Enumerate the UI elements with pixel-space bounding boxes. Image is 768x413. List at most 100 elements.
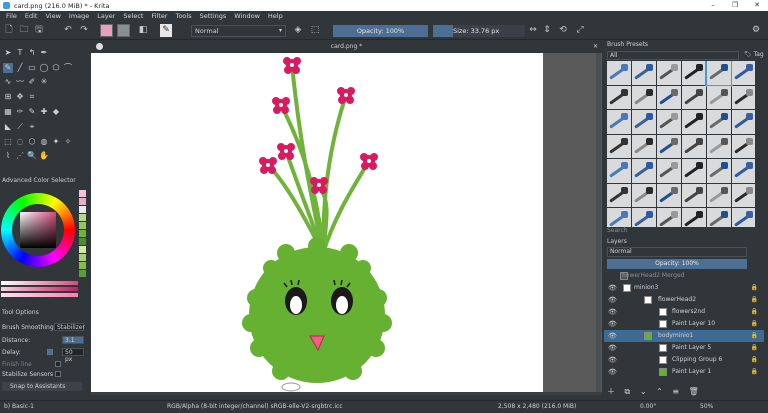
brush-preset-thumbnail[interactable] bbox=[682, 134, 706, 158]
brush-preset-thumbnail[interactable] bbox=[607, 208, 631, 227]
rectangle-tool-icon[interactable]: ▭ bbox=[27, 63, 37, 73]
visibility-eye-icon[interactable]: 👁 bbox=[608, 342, 617, 354]
move-up-icon[interactable]: ⌃ bbox=[656, 387, 663, 396]
delay-checkbox[interactable] bbox=[47, 349, 53, 355]
vertical-scrollbar[interactable] bbox=[596, 53, 601, 392]
eraser-mode-icon[interactable]: ◈ bbox=[293, 24, 303, 37]
menu-view[interactable]: View bbox=[41, 12, 64, 20]
horizontal-scrollbar[interactable] bbox=[91, 392, 602, 395]
brush-preset-thumbnail[interactable] bbox=[732, 85, 755, 109]
color-sampler-icon[interactable]: ✑ bbox=[15, 107, 25, 117]
brush-preset-thumbnail[interactable] bbox=[707, 208, 731, 227]
brush-preset-thumbnail[interactable] bbox=[632, 159, 656, 183]
brush-preset-thumbnail[interactable] bbox=[632, 134, 656, 158]
brush-preset-thumbnail[interactable] bbox=[682, 159, 706, 183]
brush-preset-thumbnail[interactable] bbox=[657, 159, 681, 183]
brush-preset-thumbnail[interactable] bbox=[707, 110, 731, 134]
brush-preset-thumbnail[interactable] bbox=[632, 183, 656, 207]
brush-search-input[interactable]: Search bbox=[607, 226, 757, 235]
layer-row-selected[interactable]: 👁 bodyminio1 🔒 bbox=[604, 330, 764, 342]
minimize-button[interactable]: – bbox=[702, 0, 724, 11]
colorize-mask-icon[interactable]: ✎ bbox=[27, 107, 37, 117]
menu-layer[interactable]: Layer bbox=[93, 12, 119, 20]
brush-preset-thumbnail[interactable] bbox=[607, 85, 631, 109]
layer-opacity-slider[interactable]: Opacity: 100% bbox=[607, 259, 747, 269]
text-tool-icon[interactable]: T bbox=[15, 48, 25, 58]
brush-preset-icon[interactable]: ✎ bbox=[160, 24, 172, 37]
pan-tool-icon[interactable]: ✋ bbox=[39, 151, 49, 161]
rect-select-icon[interactable]: ⬚ bbox=[3, 137, 13, 147]
visibility-eye-icon[interactable]: 👁 bbox=[608, 306, 617, 318]
dynamic-brush-icon[interactable]: ✐ bbox=[27, 77, 37, 87]
layer-row[interactable]: flowerHead2 Merged bbox=[604, 270, 764, 282]
lock-icon[interactable]: 🔒 bbox=[751, 318, 758, 330]
undo-icon[interactable]: ↶ bbox=[62, 24, 74, 37]
canvas[interactable] bbox=[91, 53, 543, 392]
brush-filter-select[interactable]: All bbox=[607, 51, 739, 60]
lock-icon[interactable]: 🔒 bbox=[751, 366, 758, 378]
polyline-tool-icon[interactable]: ⌒ bbox=[63, 63, 73, 73]
hue-ring[interactable] bbox=[1, 193, 75, 267]
brush-preset-thumbnail[interactable] bbox=[657, 61, 681, 85]
layer-row[interactable]: 👁 Clipping Group 6 🔒 bbox=[604, 354, 764, 366]
brush-preset-thumbnail[interactable] bbox=[657, 134, 681, 158]
brush-preset-thumbnail[interactable] bbox=[657, 110, 681, 134]
menu-settings[interactable]: Settings bbox=[196, 12, 231, 20]
close-document-icon[interactable]: ✕ bbox=[593, 41, 598, 53]
visibility-eye-icon[interactable]: 👁 bbox=[608, 330, 617, 342]
layer-blend-select[interactable]: Normal bbox=[607, 247, 747, 257]
contiguous-select-icon[interactable]: ✦ bbox=[51, 137, 61, 147]
brush-preset-thumbnail[interactable] bbox=[682, 61, 706, 85]
similar-select-icon[interactable]: ✧ bbox=[63, 137, 73, 147]
stabilize-sensors-checkbox[interactable] bbox=[55, 371, 61, 377]
snap-to-assistants-button[interactable]: Snap to Assistants bbox=[2, 382, 82, 391]
freehand-select-icon[interactable]: ◍ bbox=[39, 137, 49, 147]
brush-preset-thumbnail[interactable] bbox=[632, 61, 656, 85]
brush-preset-thumbnail[interactable] bbox=[607, 159, 631, 183]
settings-icon[interactable]: ⚙ bbox=[750, 24, 762, 37]
layer-row[interactable]: 👁 Paint Layer 10 🔒 bbox=[604, 318, 764, 330]
wrap-around-icon[interactable]: ⟲ bbox=[558, 24, 568, 37]
lock-icon[interactable]: 🔒 bbox=[751, 354, 758, 366]
ellipse-tool-icon[interactable]: ◯ bbox=[39, 63, 49, 73]
brush-preset-thumbnail[interactable] bbox=[732, 134, 755, 158]
ellipse-select-icon[interactable]: ◌ bbox=[15, 137, 25, 147]
visibility-eye-icon[interactable]: 👁 bbox=[608, 282, 617, 294]
brush-preset-thumbnail[interactable] bbox=[707, 85, 731, 109]
foreground-color-swatch[interactable] bbox=[100, 24, 113, 37]
blend-mode-select[interactable]: Normal ▾ bbox=[191, 25, 286, 37]
edit-shapes-icon[interactable]: ↰ bbox=[27, 48, 37, 58]
status-zoom[interactable]: 50% bbox=[700, 401, 713, 413]
brush-preset-thumbnail[interactable] bbox=[682, 110, 706, 134]
line-tool-icon[interactable]: ╱ bbox=[15, 63, 25, 73]
visibility-eye-icon[interactable]: 👁 bbox=[608, 354, 617, 366]
lock-icon[interactable]: 🔒 bbox=[751, 294, 758, 306]
brush-preset-thumbnail[interactable] bbox=[732, 61, 755, 85]
opacity-slider[interactable]: Opacity: 100% bbox=[333, 25, 428, 37]
brush-preset-thumbnail[interactable] bbox=[707, 183, 731, 207]
bezier-select-icon[interactable]: ⌇ bbox=[3, 151, 13, 161]
menu-help[interactable]: Help bbox=[264, 12, 287, 20]
brush-preset-thumbnail[interactable] bbox=[707, 134, 731, 158]
brush-preset-thumbnail[interactable] bbox=[682, 85, 706, 109]
transform-tool-icon[interactable]: ⊞ bbox=[3, 92, 13, 102]
brush-preset-thumbnail[interactable] bbox=[707, 159, 731, 183]
properties-icon[interactable]: ≡ bbox=[672, 387, 679, 396]
redo-icon[interactable]: ↷ bbox=[78, 24, 90, 37]
brush-preset-thumbnail[interactable] bbox=[607, 61, 631, 85]
move-down-icon[interactable]: ⌄ bbox=[640, 387, 647, 396]
fill-tool-icon[interactable]: ◆ bbox=[51, 107, 61, 117]
brush-preset-thumbnail[interactable] bbox=[607, 183, 631, 207]
mirror-vertical-icon[interactable]: ⇕ bbox=[542, 24, 552, 37]
brush-preset-thumbnail[interactable] bbox=[732, 183, 755, 207]
brush-preset-thumbnail[interactable] bbox=[657, 208, 681, 227]
finish-line-checkbox[interactable] bbox=[55, 361, 61, 367]
tag-button[interactable]: 🏷 Tag bbox=[744, 51, 764, 58]
polygon-tool-icon[interactable]: ⬠ bbox=[51, 63, 61, 73]
delay-field[interactable]: 50 px bbox=[62, 348, 84, 363]
menu-tools[interactable]: Tools bbox=[172, 12, 196, 20]
document-tab[interactable]: card.png * ✕ bbox=[91, 41, 602, 53]
add-layer-icon[interactable]: ＋ bbox=[607, 387, 615, 396]
menu-filter[interactable]: Filter bbox=[147, 12, 171, 20]
multibrush-icon[interactable]: ✳ bbox=[39, 77, 49, 87]
